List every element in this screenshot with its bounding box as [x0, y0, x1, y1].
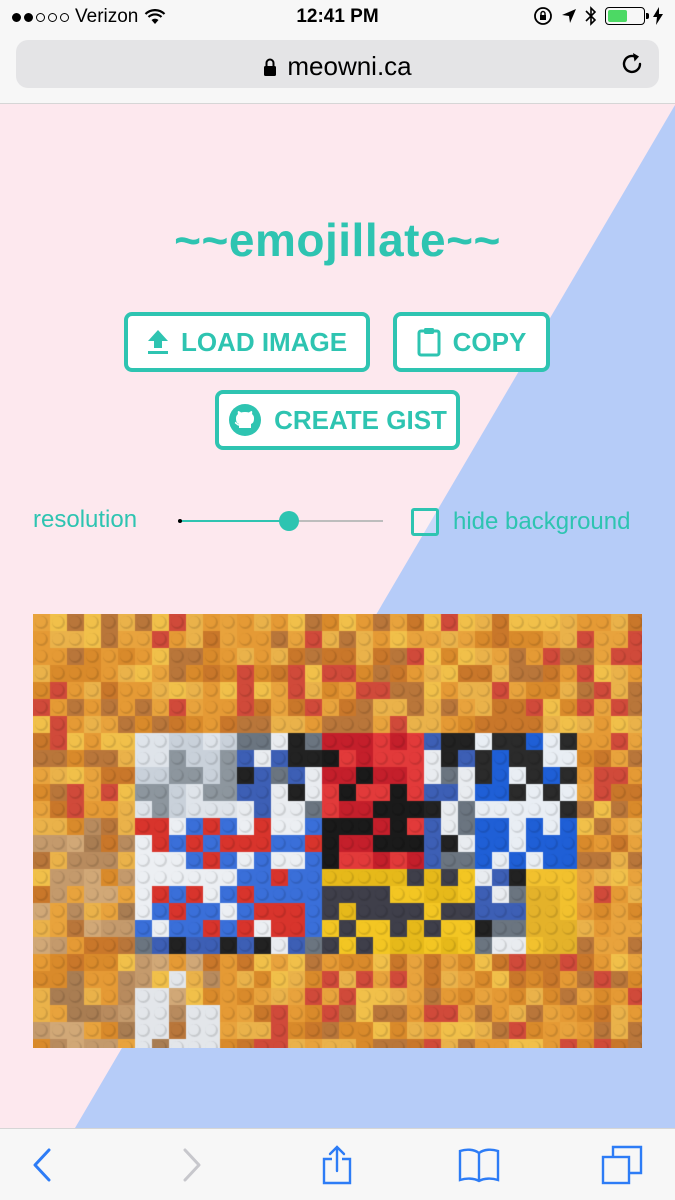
app-title: ~~emojillate~~ [174, 214, 501, 266]
forward-icon[interactable] [170, 1143, 214, 1187]
battery-icon [605, 7, 649, 25]
hide-background-option[interactable]: hide background [411, 508, 630, 536]
upload-icon [147, 330, 168, 354]
share-icon[interactable] [315, 1143, 359, 1187]
back-icon[interactable] [20, 1143, 64, 1187]
browser-toolbar [0, 1128, 675, 1200]
location-icon [562, 9, 576, 23]
resolution-label: resolution [33, 506, 138, 533]
battery-fill [608, 10, 627, 22]
address-bar[interactable]: meowni.ca [16, 40, 659, 88]
hide-background-label: hide background [453, 508, 631, 535]
hide-background-checkbox[interactable] [411, 508, 439, 536]
lock-icon [263, 52, 277, 76]
load-image-label: LOAD IMAGE [180, 326, 348, 357]
status-bar: Verizon 12:41 PM [0, 0, 675, 36]
url-text: meowni.ca [287, 51, 412, 81]
slider-fill [178, 520, 289, 522]
bluetooth-icon [585, 6, 597, 26]
slider-thumb[interactable] [278, 511, 299, 531]
github-icon [229, 404, 262, 436]
emoji-mosaic-image [33, 614, 642, 1048]
orientation-lock-icon [534, 7, 552, 25]
status-right [533, 6, 663, 26]
charging-icon [653, 7, 663, 25]
clipboard-icon [417, 328, 441, 357]
emoji-mosaic-canvas [33, 614, 642, 1048]
create-gist-button[interactable]: CREATE GIST [215, 390, 460, 450]
load-image-button[interactable]: LOAD IMAGE [124, 312, 370, 372]
copy-label: COPY [452, 326, 527, 357]
reload-icon[interactable] [619, 51, 645, 77]
url-display[interactable]: meowni.ca [16, 51, 659, 82]
resolution-slider[interactable] [178, 509, 383, 533]
slider-start-dot [178, 519, 182, 523]
bookmarks-icon[interactable] [457, 1143, 501, 1187]
tabs-icon[interactable] [600, 1143, 644, 1187]
create-gist-label: CREATE GIST [274, 404, 447, 435]
web-page: ~~emojillate~~ LOAD IMAGE COPY CREATE GI… [0, 105, 675, 1128]
browser-address-area: meowni.ca [0, 36, 675, 104]
copy-button[interactable]: COPY [393, 312, 550, 372]
